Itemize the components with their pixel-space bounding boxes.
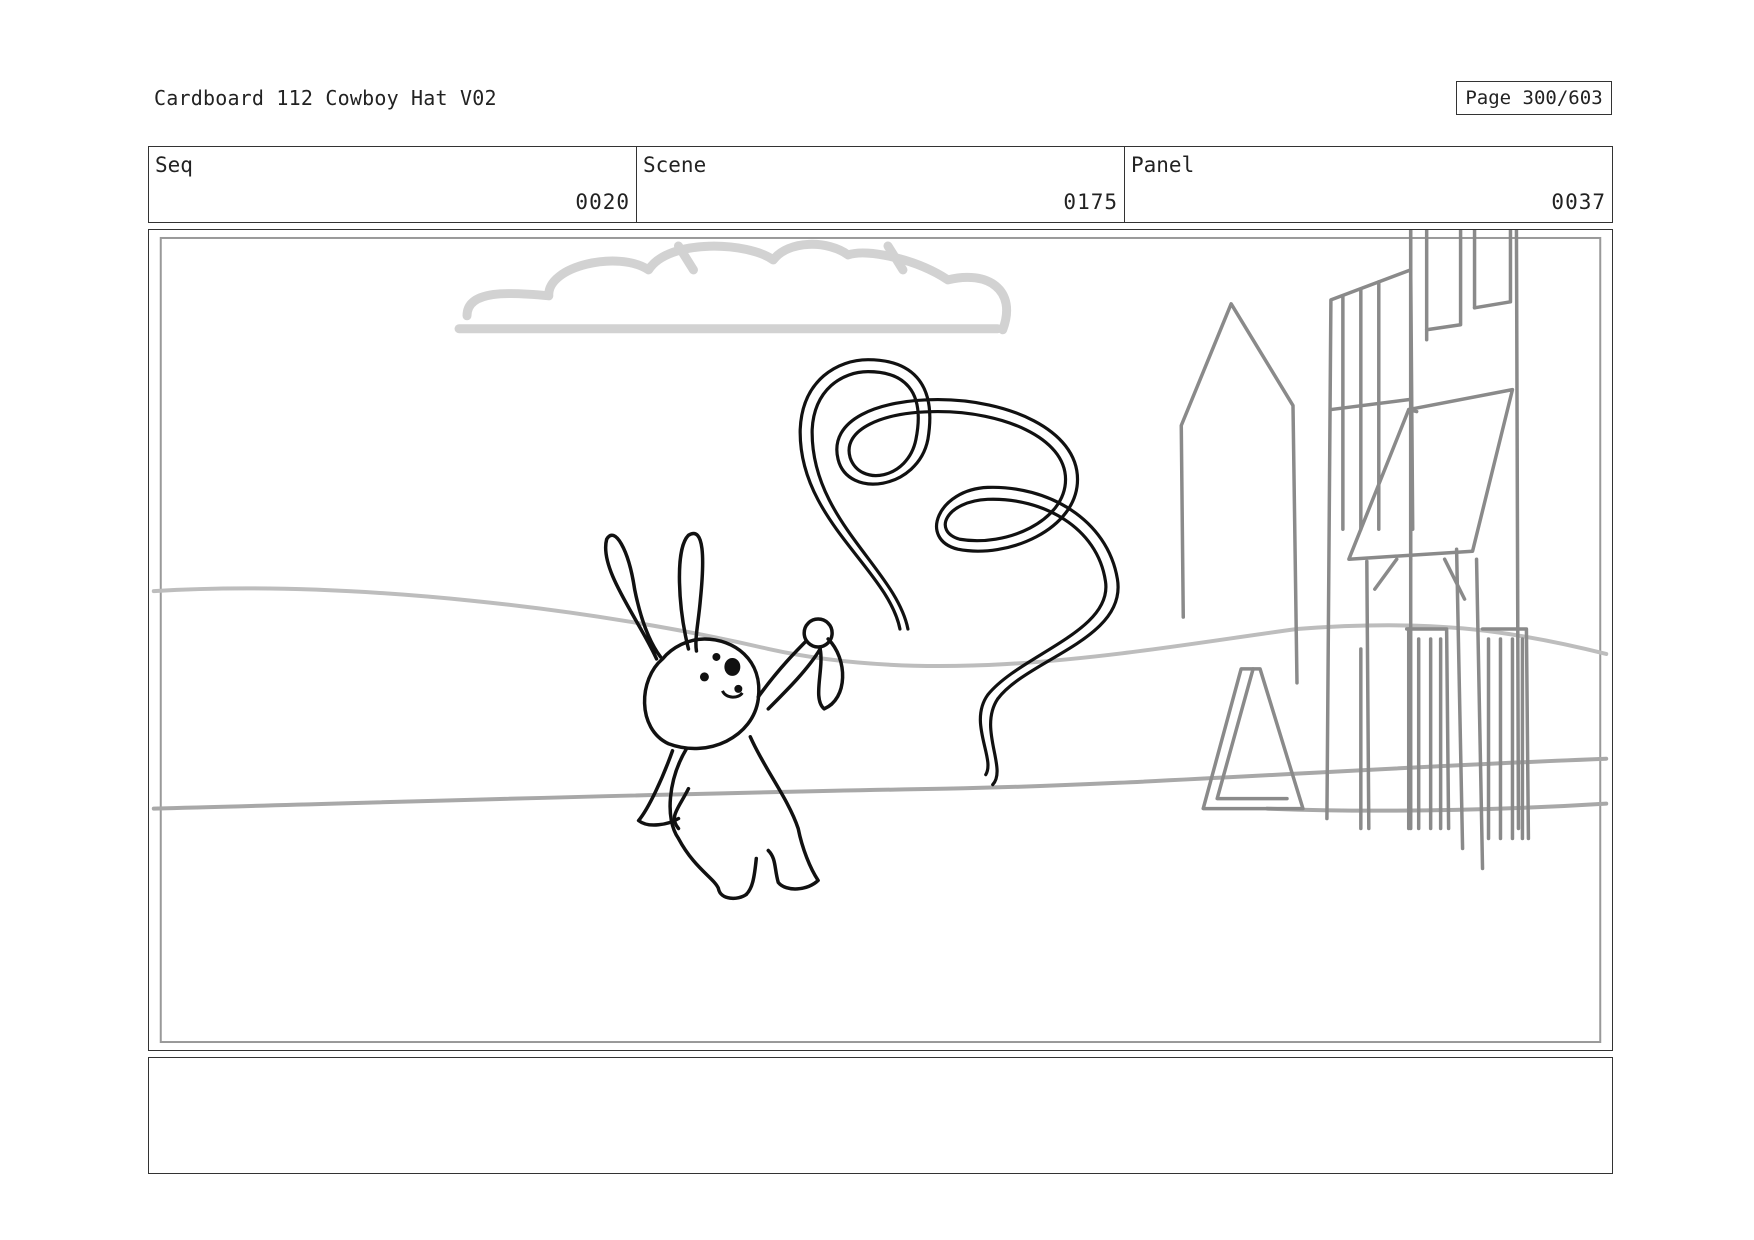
cloud-sketch (454, 239, 1012, 335)
ground-line (151, 756, 1609, 813)
hills-sketch (151, 586, 1609, 668)
storyboard-panel (148, 229, 1613, 1051)
storyboard-sketch (151, 230, 1609, 1044)
seq-value: 0020 (575, 190, 630, 214)
document-title: Cardboard 112 Cowboy Hat V02 (154, 86, 497, 110)
seq-cell: Seq 0020 (149, 147, 637, 222)
lasso-rope (798, 358, 1120, 787)
page-indicator: Page 300/603 (1456, 81, 1612, 115)
panel-notes[interactable] (148, 1057, 1613, 1174)
panel-label: Panel (1131, 153, 1195, 177)
bunny-face (699, 652, 744, 699)
panel-value: 0037 (1551, 190, 1606, 214)
safe-area-frame (159, 236, 1602, 1044)
panel-cell: Panel 0037 (1125, 147, 1612, 222)
seq-label: Seq (155, 153, 193, 177)
bunny-character (603, 531, 845, 901)
background-buildings (1179, 230, 1531, 871)
panel-info-row: Seq 0020 Scene 0175 Panel 0037 (148, 146, 1613, 223)
scene-label: Scene (643, 153, 707, 177)
scene-value: 0175 (1063, 190, 1118, 214)
scene-cell: Scene 0175 (637, 147, 1125, 222)
